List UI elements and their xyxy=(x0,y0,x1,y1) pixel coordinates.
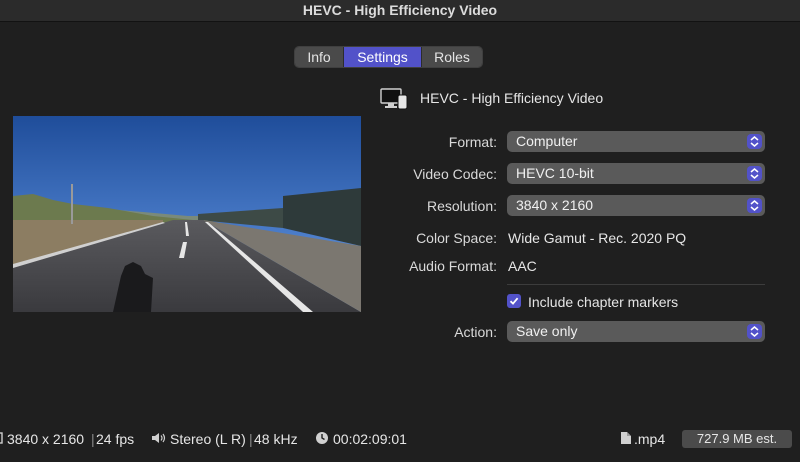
resolution-popup[interactable]: 3840 x 2160 xyxy=(507,195,765,216)
clock-icon xyxy=(315,431,329,448)
checkmark-icon xyxy=(509,297,519,305)
file-icon xyxy=(620,431,632,448)
format-label: Format: xyxy=(448,134,497,150)
action-value: Save only xyxy=(516,323,578,339)
tab-info[interactable]: Info xyxy=(295,47,344,67)
action-label: Action: xyxy=(454,324,497,340)
preset-title: HEVC - High Efficiency Video xyxy=(420,90,604,106)
status-sample-rate: 48 kHz xyxy=(254,431,298,447)
chevron-updown-icon xyxy=(747,134,762,149)
color-space-label: Color Space: xyxy=(416,230,497,246)
format-value: Computer xyxy=(516,133,578,149)
video-codec-label: Video Codec: xyxy=(413,166,497,182)
audio-format-value: AAC xyxy=(508,258,537,274)
video-codec-popup[interactable]: HEVC 10-bit xyxy=(507,163,765,184)
tab-roles[interactable]: Roles xyxy=(422,47,482,67)
video-thumbnail xyxy=(13,116,361,312)
status-bar: 3840 x 2160 | 24 fps Stereo (L R) | 48 k… xyxy=(0,425,800,455)
chevron-updown-icon xyxy=(747,166,762,181)
status-duration: 00:02:09:01 xyxy=(333,431,407,447)
speaker-icon xyxy=(151,431,167,448)
action-popup[interactable]: Save only xyxy=(507,321,765,342)
video-codec-value: HEVC 10-bit xyxy=(516,165,594,181)
estimated-size-badge: 727.9 MB est. xyxy=(682,430,792,448)
format-popup[interactable]: Computer xyxy=(507,131,765,152)
tab-settings[interactable]: Settings xyxy=(344,47,422,67)
chevron-updown-icon xyxy=(747,324,762,339)
computer-device-icon xyxy=(380,88,408,110)
tab-bar: Info Settings Roles xyxy=(294,46,483,68)
resolution-value: 3840 x 2160 xyxy=(516,197,594,213)
status-extension: .mp4 xyxy=(634,431,666,447)
chevron-updown-icon xyxy=(747,198,762,213)
color-space-value: Wide Gamut - Rec. 2020 PQ xyxy=(508,230,687,246)
separator: | xyxy=(91,431,95,447)
audio-format-label: Audio Format: xyxy=(409,258,497,274)
window-title: HEVC - High Efficiency Video xyxy=(0,0,800,22)
film-icon xyxy=(0,431,4,448)
resolution-label: Resolution: xyxy=(426,198,497,214)
chapter-markers-checkbox[interactable] xyxy=(507,294,521,308)
chapter-markers-label[interactable]: Include chapter markers xyxy=(528,294,678,310)
status-audio-channels: Stereo (L R) xyxy=(170,431,246,447)
divider xyxy=(507,284,765,285)
status-resolution: 3840 x 2160 xyxy=(7,431,85,447)
separator: | xyxy=(249,431,253,447)
status-fps: 24 fps xyxy=(96,431,135,447)
